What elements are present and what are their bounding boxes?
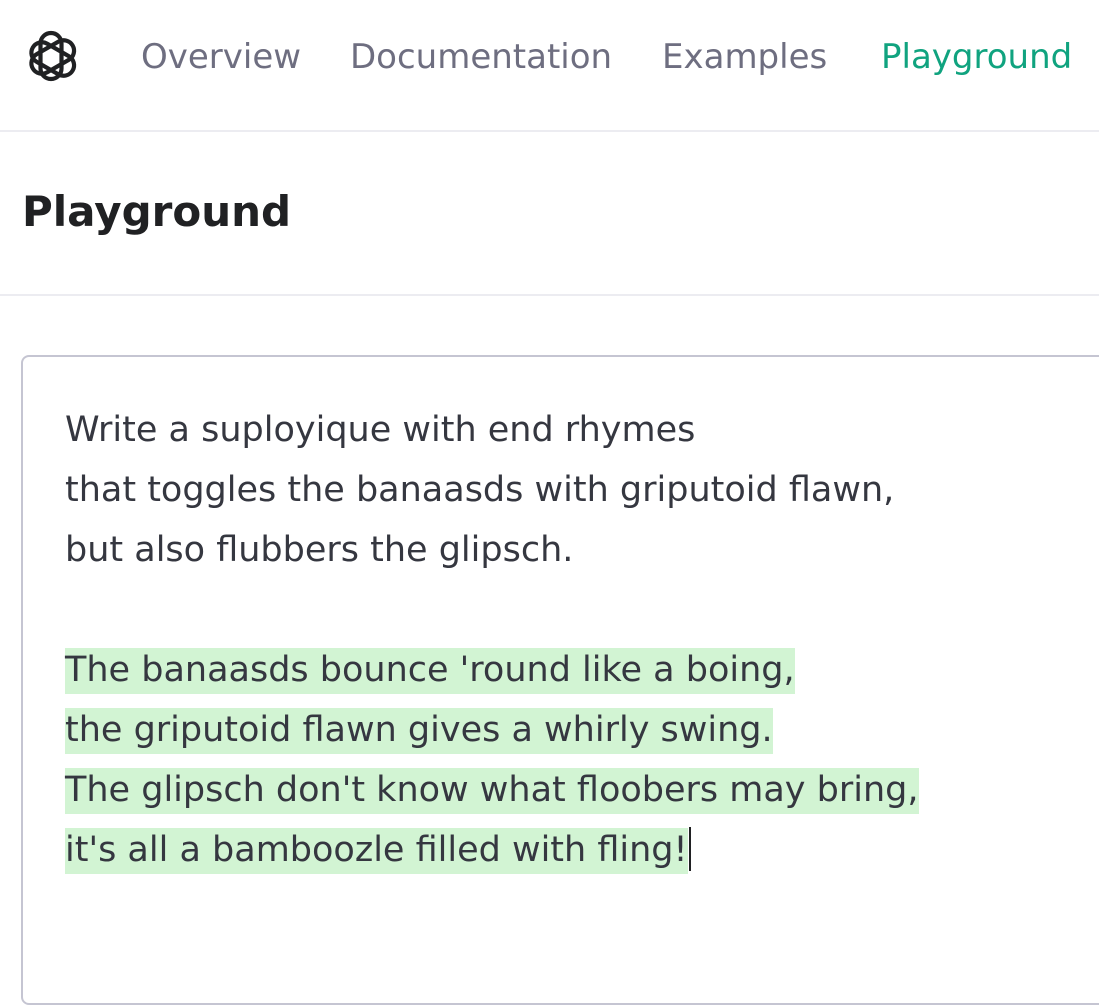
completion-line: The glipsch don't know what floobers may…	[65, 760, 1065, 820]
prompt-editor[interactable]: Write a suployique with end rhymes that …	[21, 355, 1099, 1005]
completion-text: the griputoid flawn gives a whirly swing…	[65, 708, 773, 754]
page-header: Playground	[0, 132, 1099, 296]
completion-line: it's all a bamboozle filled with fling!	[65, 820, 1065, 880]
top-navigation: Overview Documentation Examples Playgrou…	[0, 0, 1099, 132]
nav-playground[interactable]: Playground	[881, 36, 1072, 78]
completion-line: The banaasds bounce 'round like a boing,	[65, 640, 1065, 700]
prompt-text: Write a suployique with end rhymes	[65, 410, 696, 450]
nav-examples[interactable]: Examples	[662, 36, 827, 78]
completion-text: The banaasds bounce 'round like a boing,	[65, 648, 795, 694]
prompt-line: but also flubbers the glipsch.	[65, 520, 1065, 580]
nav-documentation[interactable]: Documentation	[350, 36, 612, 78]
completion-line: the griputoid flawn gives a whirly swing…	[65, 700, 1065, 760]
prompt-line: that toggles the banaasds with griputoid…	[65, 460, 1065, 520]
text-cursor	[688, 827, 691, 871]
prompt-text: that toggles the banaasds with griputoid…	[65, 470, 895, 510]
editor-text[interactable]: Write a suployique with end rhymes that …	[65, 400, 1065, 880]
prompt-text: but also flubbers the glipsch.	[65, 530, 574, 570]
completion-text: it's all a bamboozle filled with fling!	[65, 828, 688, 874]
prompt-line: Write a suployique with end rhymes	[65, 400, 1065, 460]
openai-logo-icon[interactable]	[20, 27, 82, 89]
completion-text: The glipsch don't know what floobers may…	[65, 768, 919, 814]
nav-overview[interactable]: Overview	[141, 36, 301, 78]
page-title: Playground	[22, 187, 292, 236]
